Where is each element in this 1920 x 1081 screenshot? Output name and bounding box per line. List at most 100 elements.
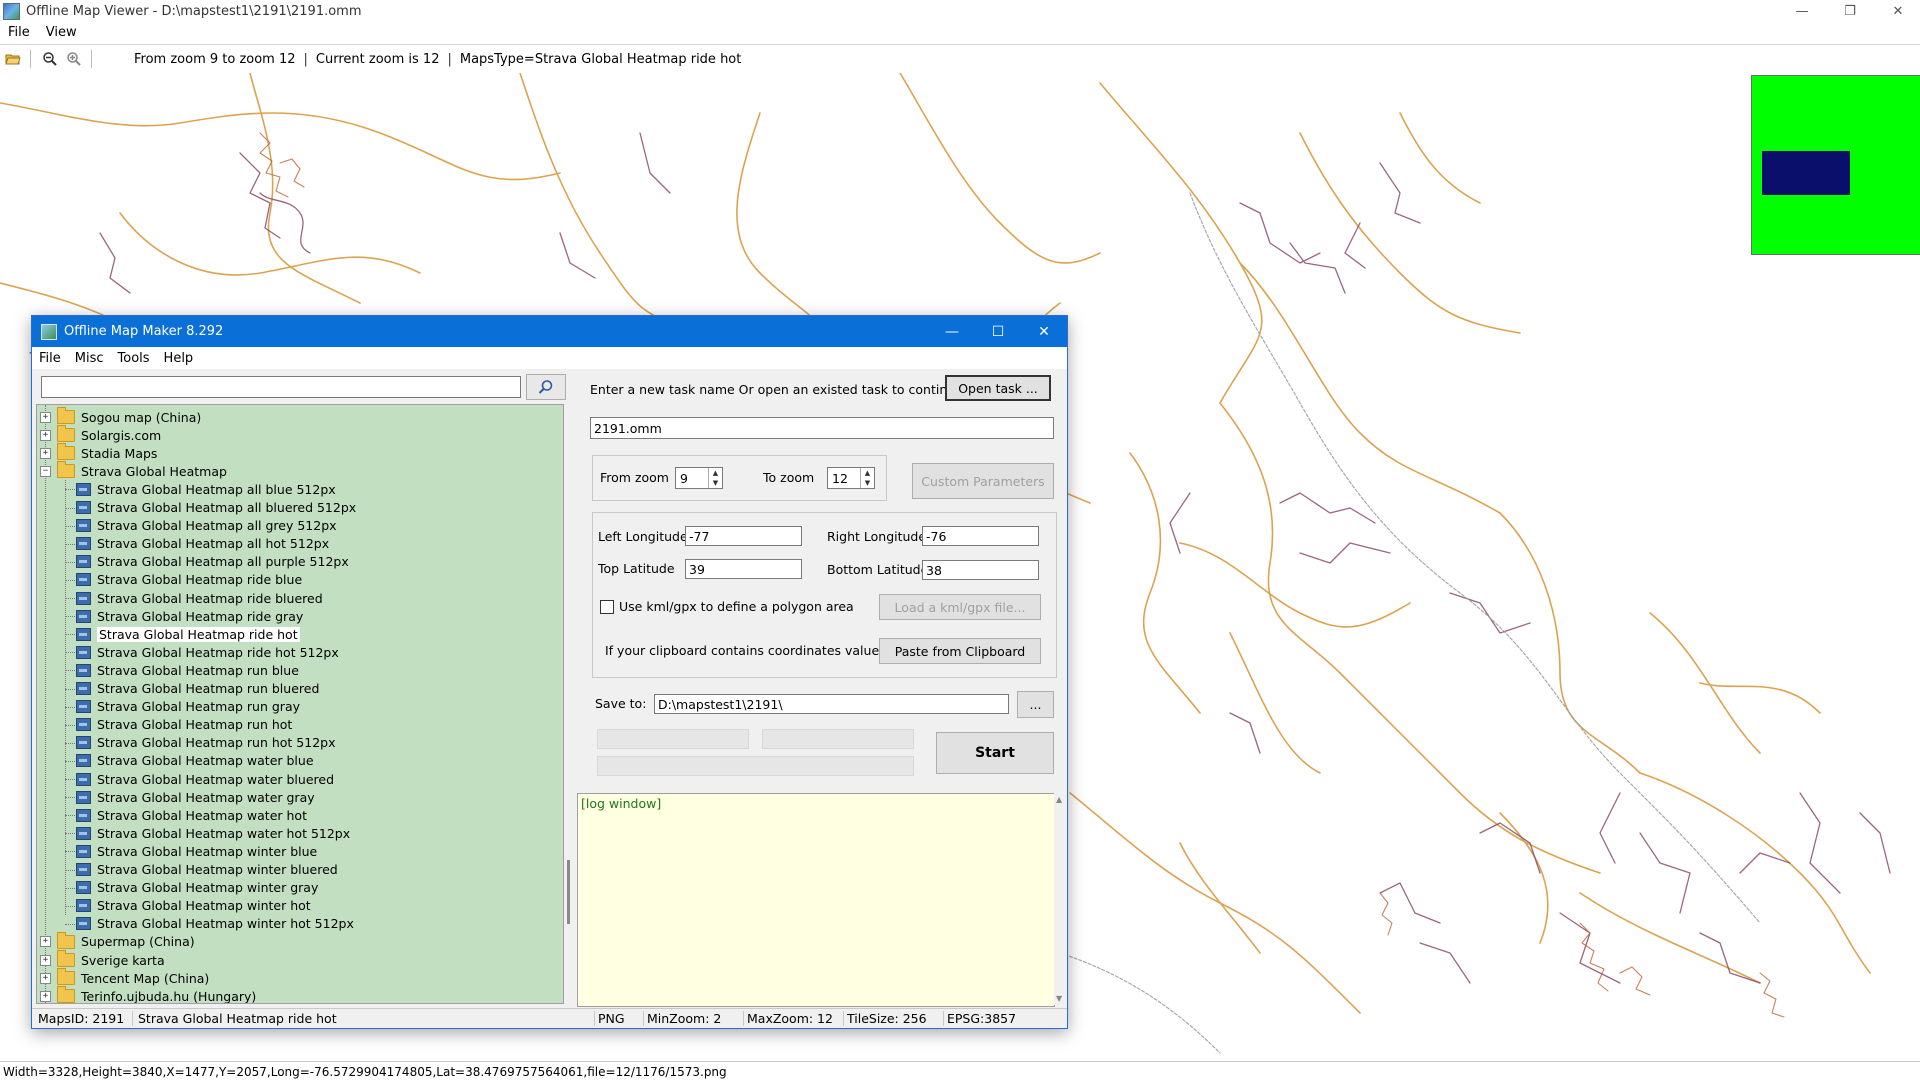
- tree-map-item[interactable]: Strava Global Heatmap ride hot 512px: [76, 643, 339, 661]
- task-name-input[interactable]: 2191.omm: [590, 417, 1054, 439]
- expand-icon[interactable]: +: [40, 411, 51, 423]
- search-button[interactable]: [526, 374, 566, 400]
- chevron-up-icon[interactable]: ▲: [709, 468, 722, 478]
- spinner-arrows[interactable]: ▲ ▼: [708, 468, 722, 488]
- restore-icon[interactable]: ❐: [1828, 0, 1872, 22]
- tree-guide-line: [65, 598, 75, 599]
- zoom-out-icon[interactable]: [39, 48, 61, 70]
- tree-map-item[interactable]: Strava Global Heatmap winter blue: [76, 842, 317, 860]
- log-scrollbar[interactable]: ▲ ▼: [1054, 793, 1066, 1005]
- expand-icon[interactable]: +: [40, 429, 51, 441]
- tree-map-item[interactable]: Strava Global Heatmap ride hot: [76, 625, 300, 643]
- kml-checkbox[interactable]: [600, 600, 614, 614]
- tree-folder-item[interactable]: + Tencent Map (China): [40, 968, 209, 987]
- tree-map-item[interactable]: Strava Global Heatmap water bluered: [76, 770, 334, 788]
- tree-map-item[interactable]: Strava Global Heatmap run gray: [76, 698, 300, 716]
- expand-icon[interactable]: +: [40, 447, 51, 459]
- tree-map-item[interactable]: Strava Global Heatmap run hot 512px: [76, 734, 336, 752]
- menu-file[interactable]: File: [0, 25, 38, 40]
- overview-minimap[interactable]: [1751, 75, 1920, 255]
- tree-map-item[interactable]: Strava Global Heatmap water blue: [76, 752, 314, 770]
- chevron-up-icon[interactable]: ▲: [861, 468, 874, 478]
- from-zoom-spinner[interactable]: 9 ▲ ▼: [675, 467, 723, 489]
- start-button[interactable]: Start: [936, 732, 1054, 774]
- chevron-down-icon[interactable]: ▼: [861, 478, 874, 488]
- tree-map-item[interactable]: Strava Global Heatmap water gray: [76, 788, 315, 806]
- tree-map-item[interactable]: Strava Global Heatmap winter hot: [76, 897, 311, 915]
- map-layer-icon: [76, 482, 91, 496]
- tree-folder-item[interactable]: − Strava Global Heatmap: [40, 461, 227, 480]
- menu-tools[interactable]: Tools: [111, 351, 157, 366]
- open-task-button[interactable]: Open task ...: [945, 375, 1051, 401]
- zoom-in-icon[interactable]: [63, 48, 85, 70]
- chevron-down-icon[interactable]: ▼: [1056, 994, 1062, 1003]
- load-kml-button[interactable]: Load a kml/gpx file...: [879, 594, 1041, 620]
- tree-map-item[interactable]: Strava Global Heatmap water hot 512px: [76, 824, 350, 842]
- tree-map-item[interactable]: Strava Global Heatmap water hot: [76, 806, 307, 824]
- menu-help[interactable]: Help: [157, 351, 201, 366]
- tree-map-item[interactable]: Strava Global Heatmap all bluered 512px: [76, 499, 356, 517]
- expand-icon[interactable]: +: [40, 954, 51, 966]
- tree-folder-item[interactable]: + Sogou map (China): [40, 407, 202, 426]
- close-icon[interactable]: ✕: [1021, 316, 1067, 347]
- collapse-icon[interactable]: −: [40, 465, 51, 477]
- tree-scroll-thumb[interactable]: [567, 860, 570, 924]
- maps-search-input[interactable]: [41, 376, 521, 398]
- spinner-arrows[interactable]: ▲ ▼: [860, 468, 874, 488]
- top-latitude-input[interactable]: 39: [685, 559, 802, 579]
- close-icon[interactable]: ✕: [1876, 0, 1920, 22]
- tile-size: TileSize: 256: [847, 1011, 927, 1026]
- tree-map-item[interactable]: Strava Global Heatmap run blue: [76, 661, 299, 679]
- to-zoom-spinner[interactable]: 12 ▲ ▼: [827, 467, 875, 489]
- status-divider: [643, 1011, 644, 1026]
- tree-map-item[interactable]: Strava Global Heatmap run bluered: [76, 680, 319, 698]
- tree-item-label: Sogou map (China): [81, 409, 202, 425]
- tree-map-item[interactable]: Strava Global Heatmap all grey 512px: [76, 517, 337, 535]
- tree-folder-item[interactable]: + Sverige karta: [40, 950, 165, 969]
- log-window[interactable]: [log window]: [577, 793, 1055, 1007]
- menu-file[interactable]: File: [32, 351, 68, 366]
- maps-tree[interactable]: + Sogou map (China) + Solargis.com + Stadia M…: [36, 404, 564, 1004]
- right-longitude-input[interactable]: -76: [922, 526, 1039, 546]
- map-layer-icon: [76, 627, 91, 641]
- tree-item-label: Supermap (China): [81, 934, 195, 950]
- tree-map-item[interactable]: Strava Global Heatmap winter bluered: [76, 861, 338, 879]
- tree-map-item[interactable]: Strava Global Heatmap ride gray: [76, 607, 303, 625]
- tree-item-label: Strava Global Heatmap water hot: [97, 807, 307, 823]
- tree-map-item[interactable]: Strava Global Heatmap all blue 512px: [76, 480, 336, 498]
- tree-folder-item[interactable]: + Stadia Maps: [40, 443, 157, 462]
- minimize-icon[interactable]: —: [1780, 0, 1824, 22]
- menu-view[interactable]: View: [38, 25, 85, 40]
- expand-icon[interactable]: +: [40, 936, 51, 948]
- tree-map-item[interactable]: Strava Global Heatmap winter gray: [76, 879, 318, 897]
- tree-guide-line: [65, 489, 75, 491]
- tree-folder-item[interactable]: + Terinfo.ujbuda.hu (Hungary): [40, 986, 256, 1003]
- save-to-input[interactable]: D:\mapstest1\2191\: [654, 694, 1009, 714]
- open-folder-icon[interactable]: [2, 48, 24, 70]
- minimap-viewport[interactable]: [1762, 151, 1850, 195]
- tree-map-item[interactable]: Strava Global Heatmap all purple 512px: [76, 553, 349, 571]
- bottom-latitude-input[interactable]: 38: [922, 560, 1039, 580]
- left-longitude-input[interactable]: -77: [685, 526, 802, 546]
- tree-map-item[interactable]: Strava Global Heatmap ride blue: [76, 571, 302, 589]
- tree-map-item[interactable]: Strava Global Heatmap run hot: [76, 716, 292, 734]
- minimize-icon[interactable]: —: [929, 316, 975, 347]
- tree-map-item[interactable]: Strava Global Heatmap ride bluered: [76, 589, 323, 607]
- expand-icon[interactable]: +: [40, 972, 51, 984]
- map-layer-icon: [76, 718, 91, 732]
- browse-button[interactable]: ...: [1017, 691, 1054, 718]
- tree-map-item[interactable]: Strava Global Heatmap winter hot 512px: [76, 915, 354, 933]
- menu-misc[interactable]: Misc: [68, 351, 111, 366]
- chevron-up-icon[interactable]: ▲: [1056, 795, 1062, 804]
- paste-clipboard-button[interactable]: Paste from Clipboard: [879, 638, 1041, 664]
- custom-parameters-button[interactable]: Custom Parameters: [912, 463, 1054, 499]
- tree-scrollbar[interactable]: [564, 404, 574, 1002]
- tree-folder-item[interactable]: + Solargis.com: [40, 425, 161, 444]
- tree-item-label: Strava Global Heatmap ride hot 512px: [97, 644, 339, 660]
- tree-map-item[interactable]: Strava Global Heatmap all hot 512px: [76, 535, 329, 553]
- maximize-icon[interactable]: ☐: [975, 316, 1021, 347]
- chevron-down-icon[interactable]: ▼: [709, 478, 722, 488]
- dialog-titlebar[interactable]: Offline Map Maker 8.292 — ☐ ✕: [32, 316, 1067, 347]
- tree-folder-item[interactable]: + Supermap (China): [40, 931, 195, 951]
- expand-icon[interactable]: +: [40, 990, 51, 1002]
